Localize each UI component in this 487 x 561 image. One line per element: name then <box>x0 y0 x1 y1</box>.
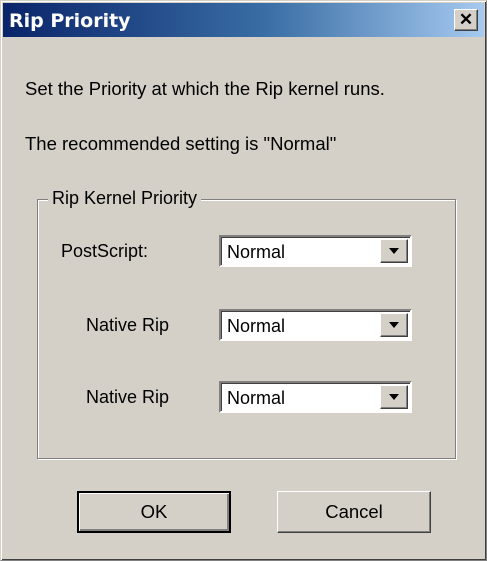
native-rip-priority-value-2: Normal <box>227 388 286 408</box>
native-rip-label-1: Native Rip <box>86 315 170 335</box>
native-rip-priority-select-2[interactable]: Normal <box>219 381 412 413</box>
cancel-button[interactable]: Cancel <box>277 491 431 533</box>
native-rip-dropdown-button-1[interactable] <box>380 313 408 337</box>
description-text: Set the Priority at which the Rip kernel… <box>25 78 385 99</box>
window-title: Rip Priority <box>9 10 131 32</box>
chevron-down-icon <box>389 322 399 328</box>
title-bar[interactable]: Rip Priority ✕ <box>3 3 484 37</box>
recommendation-text: The recommended setting is "Normal" <box>25 133 337 154</box>
chevron-down-icon <box>389 394 399 400</box>
chevron-down-icon <box>389 248 399 254</box>
native-rip-priority-value-1: Normal <box>227 316 286 336</box>
postscript-dropdown-button[interactable] <box>380 239 408 263</box>
group-legend: Rip Kernel Priority <box>48 188 202 209</box>
rip-priority-dialog: Rip Priority ✕ Set the Priority at which… <box>0 0 487 561</box>
native-rip-dropdown-button-2[interactable] <box>380 385 408 409</box>
close-icon: ✕ <box>458 10 474 29</box>
native-rip-priority-select-1[interactable]: Normal <box>219 309 412 341</box>
close-button[interactable]: ✕ <box>454 9 478 31</box>
native-rip-label-2: Native Rip <box>86 387 170 407</box>
postscript-label: PostScript: <box>61 241 149 261</box>
ok-button[interactable]: OK <box>77 491 231 533</box>
postscript-priority-select[interactable]: Normal <box>219 235 412 267</box>
postscript-priority-value: Normal <box>227 242 286 262</box>
